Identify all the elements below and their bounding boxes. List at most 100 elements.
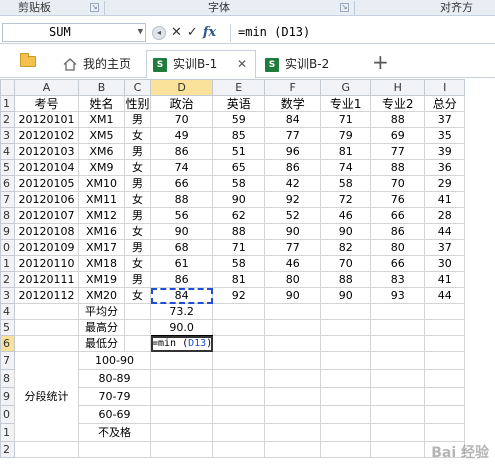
segment-range[interactable]: 70-79	[78, 387, 151, 406]
row-header[interactable]: 0	[0, 239, 15, 256]
segment-stats-label[interactable]: 分段统计	[14, 351, 79, 442]
cell[interactable]	[212, 335, 266, 352]
cell[interactable]: 58	[320, 175, 372, 192]
cell[interactable]: 58	[212, 175, 266, 192]
insert-function-icon[interactable]: fx	[203, 25, 216, 40]
row-header[interactable]: 8	[0, 369, 15, 388]
segment-range[interactable]: 80-89	[78, 369, 151, 388]
cell[interactable]	[424, 303, 466, 320]
cell[interactable]	[264, 405, 322, 424]
cell[interactable]	[370, 423, 426, 442]
cell[interactable]	[424, 423, 466, 442]
row-header[interactable]: 2	[0, 271, 15, 288]
row-header[interactable]: 3	[0, 127, 15, 144]
font-dialog-launcher-icon[interactable]: ↘	[340, 3, 349, 12]
cell[interactable]	[424, 319, 466, 336]
row-header[interactable]: 1	[0, 95, 15, 112]
cell[interactable]	[212, 351, 266, 370]
cell[interactable]: 37	[424, 239, 466, 256]
cell[interactable]: 86	[149, 143, 214, 160]
row-header[interactable]: 6	[0, 175, 15, 192]
cell[interactable]	[124, 335, 151, 352]
cell[interactable]: 44	[424, 223, 466, 240]
cell[interactable]: 92	[212, 287, 266, 304]
column-header-f[interactable]: F	[264, 79, 322, 96]
row-header[interactable]: 8	[0, 207, 15, 224]
cell[interactable]: 66	[149, 175, 214, 192]
cell[interactable]: 70	[149, 111, 214, 128]
cell[interactable]: 20120105	[14, 175, 79, 192]
cell[interactable]: 92	[264, 191, 322, 208]
cell[interactable]: 女	[124, 191, 151, 208]
cell[interactable]: 77	[264, 127, 322, 144]
add-tab-button[interactable]: +	[372, 50, 389, 74]
row-header[interactable]: 7	[0, 351, 15, 370]
cell[interactable]	[149, 387, 214, 406]
cell[interactable]: 20120110	[14, 255, 79, 272]
cell[interactable]	[212, 441, 266, 458]
cell[interactable]: 84	[149, 287, 214, 304]
cell[interactable]	[320, 423, 372, 442]
cell[interactable]: 20120111	[14, 271, 79, 288]
cell[interactable]: 88	[370, 111, 426, 128]
cell[interactable]	[14, 441, 79, 458]
cell[interactable]: 93	[370, 287, 426, 304]
cell[interactable]	[124, 319, 151, 336]
cell[interactable]: XM18	[78, 255, 125, 272]
column-header-h[interactable]: H	[370, 79, 426, 96]
cell[interactable]	[320, 405, 372, 424]
cell[interactable]: 86	[370, 223, 426, 240]
cell[interactable]: 90	[264, 223, 322, 240]
cell[interactable]: XM1	[78, 111, 125, 128]
cell[interactable]: XM20	[78, 287, 125, 304]
cell[interactable]	[149, 405, 214, 424]
cell[interactable]	[320, 303, 372, 320]
cell[interactable]: 35	[424, 127, 466, 144]
cell[interactable]	[264, 387, 322, 406]
cell[interactable]: 86	[149, 271, 214, 288]
cell[interactable]: 女	[124, 223, 151, 240]
cell[interactable]: XM17	[78, 239, 125, 256]
cell[interactable]	[124, 303, 151, 320]
column-title-cell[interactable]: 数学	[264, 95, 322, 112]
cell[interactable]: 37	[424, 111, 466, 128]
cell[interactable]: 69	[370, 127, 426, 144]
row-header[interactable]: 0	[0, 405, 15, 424]
cell[interactable]: 44	[424, 287, 466, 304]
cell[interactable]	[370, 335, 426, 352]
cell[interactable]: 男	[124, 175, 151, 192]
cell[interactable]	[320, 351, 372, 370]
cell[interactable]: 20120108	[14, 223, 79, 240]
cell[interactable]: 81	[212, 271, 266, 288]
cell[interactable]	[370, 405, 426, 424]
column-title-cell[interactable]: 总分	[424, 95, 466, 112]
cell[interactable]	[264, 423, 322, 442]
cell[interactable]: 80	[370, 239, 426, 256]
cell[interactable]	[149, 351, 214, 370]
cell[interactable]	[320, 441, 372, 458]
cell[interactable]: 女	[124, 127, 151, 144]
folder-icon[interactable]	[20, 53, 36, 67]
cell[interactable]: 39	[424, 143, 466, 160]
cell[interactable]: 41	[424, 191, 466, 208]
cell[interactable]	[424, 387, 466, 406]
cell[interactable]: 20120109	[14, 239, 79, 256]
row-header[interactable]: 5	[0, 319, 15, 336]
row-header[interactable]: 9	[0, 223, 15, 240]
column-header-a[interactable]: A	[14, 79, 79, 96]
cell[interactable]: 20120104	[14, 159, 79, 176]
cancel-icon[interactable]: ✕	[171, 25, 182, 40]
tab-sheet-b2[interactable]: S 实训B-2	[258, 50, 358, 78]
cell[interactable]: 88	[320, 271, 372, 288]
cell[interactable]: XM5	[78, 127, 125, 144]
cell[interactable]: 68	[149, 239, 214, 256]
cell[interactable]	[320, 335, 372, 352]
cell[interactable]	[14, 335, 79, 352]
cell[interactable]: 女	[124, 287, 151, 304]
cell[interactable]: 84	[264, 111, 322, 128]
row-header[interactable]: 9	[0, 387, 15, 406]
column-title-cell[interactable]: 英语	[212, 95, 266, 112]
row-header[interactable]: 2	[0, 111, 15, 128]
cell[interactable]	[370, 351, 426, 370]
cell[interactable]: 20120106	[14, 191, 79, 208]
